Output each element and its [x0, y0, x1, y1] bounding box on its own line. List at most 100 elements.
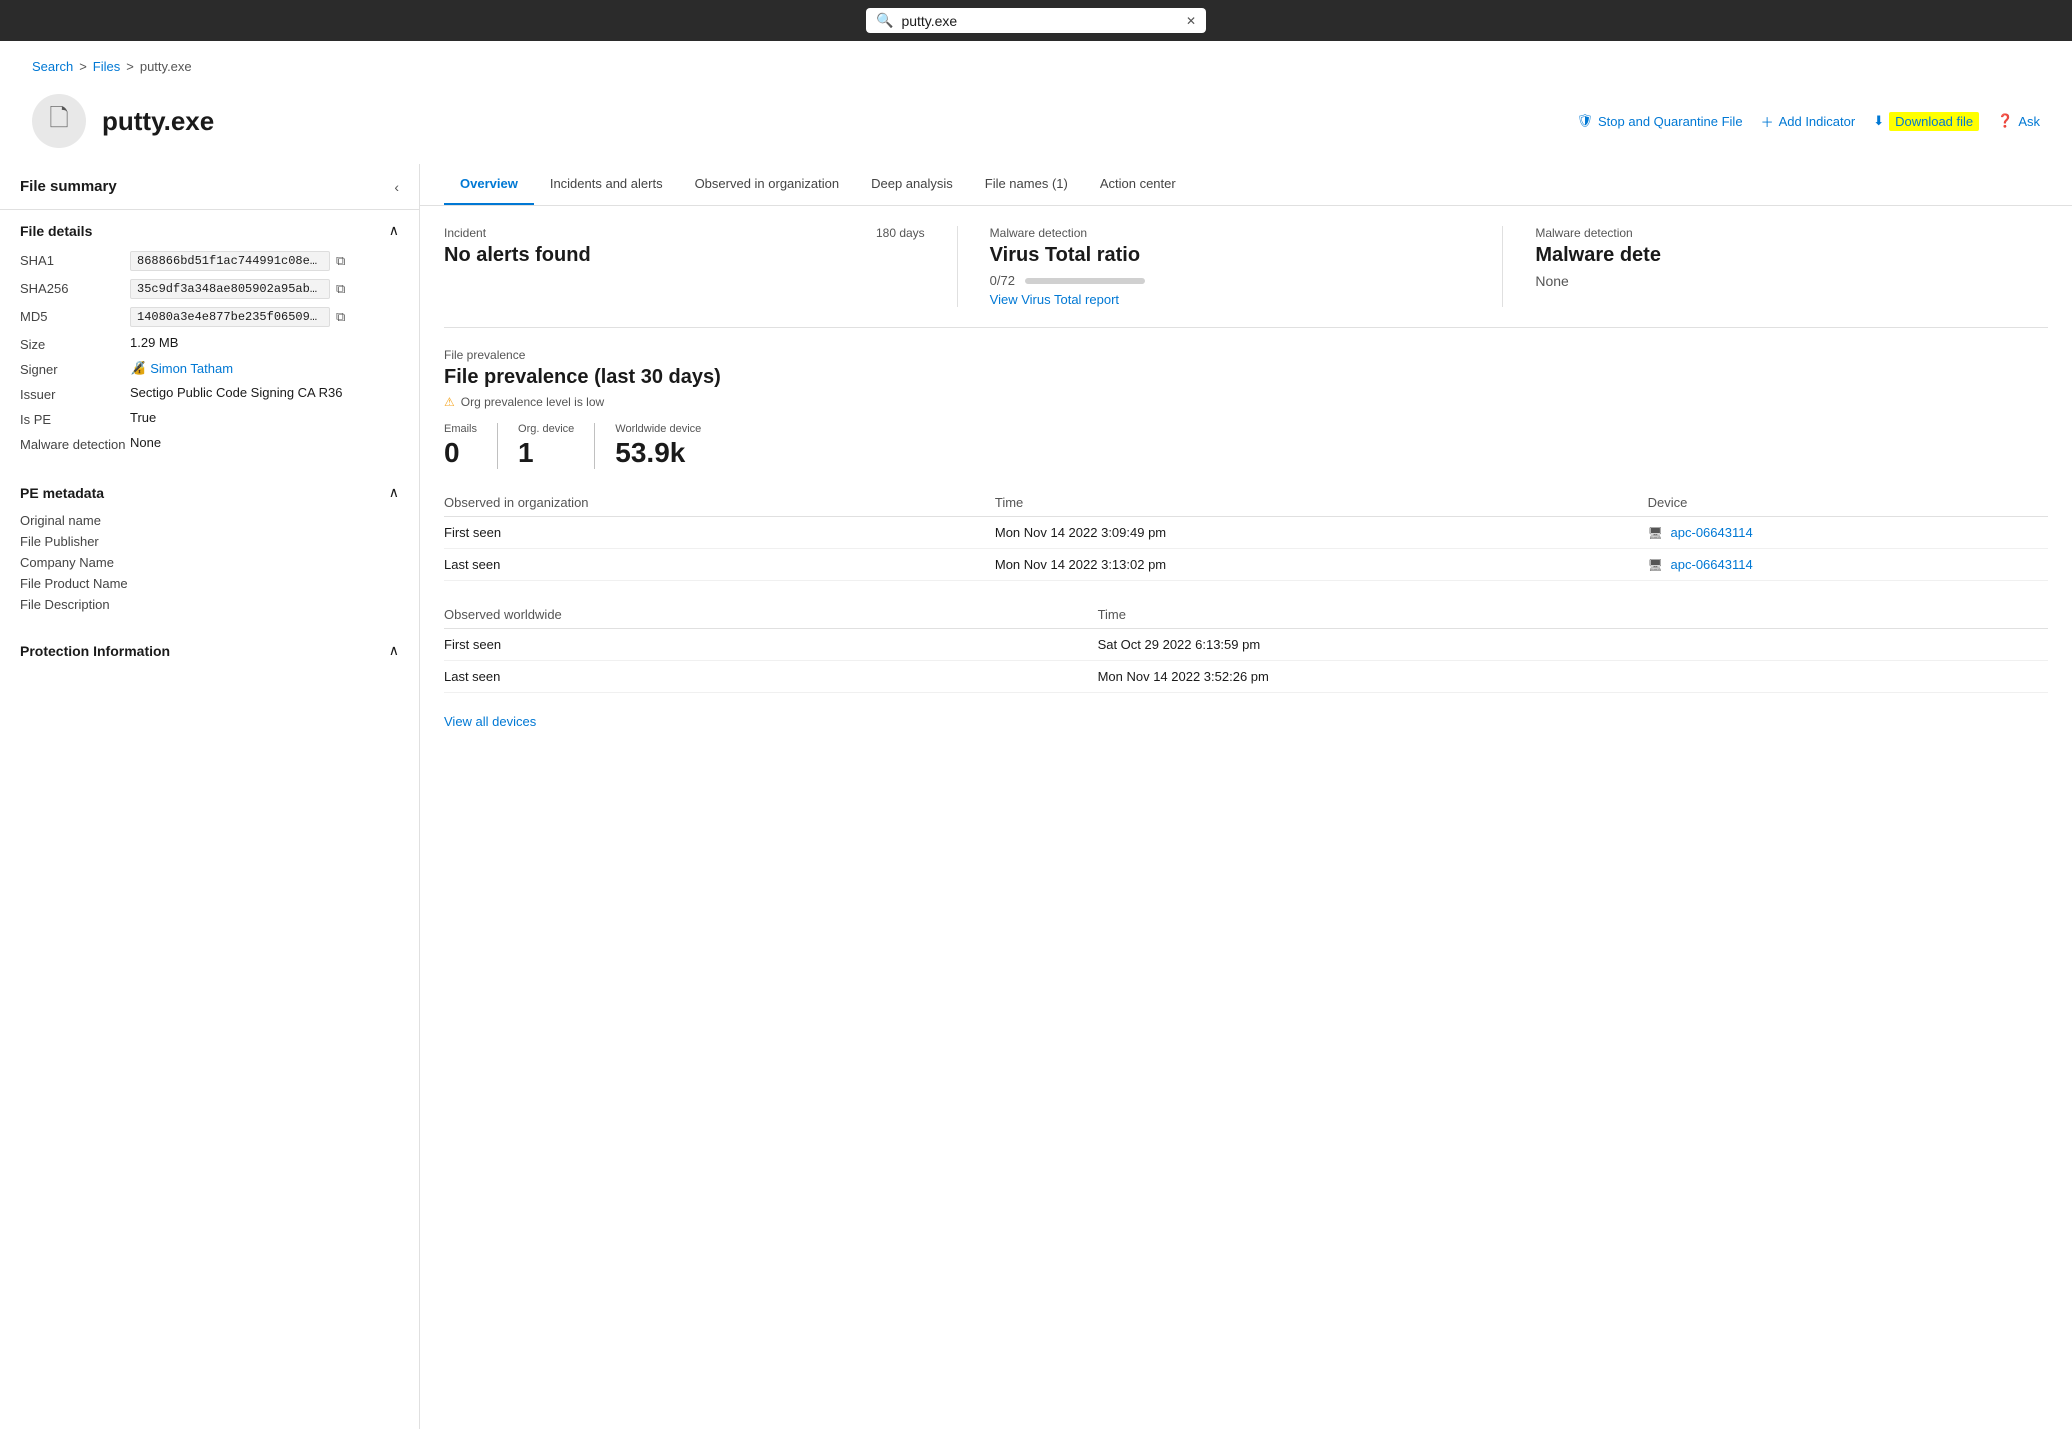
breadcrumb: Search > Files > putty.exe: [0, 41, 2072, 84]
protection-header[interactable]: Protection Information ∧: [0, 630, 419, 667]
pe-company-name: Company Name: [20, 555, 399, 570]
file-details-chevron: ∧: [389, 222, 399, 239]
file-details-header[interactable]: File details ∧: [0, 210, 419, 247]
table-row: Last seen Mon Nov 14 2022 3:52:26 pm: [444, 661, 2048, 693]
malware1-label-row: Malware detection: [990, 226, 1471, 240]
emails-value: 0: [444, 437, 477, 469]
pe-file-publisher: File Publisher: [20, 534, 399, 549]
table-row: First seen Sat Oct 29 2022 6:13:59 pm: [444, 629, 2048, 661]
main-panel: Overview Incidents and alerts Observed i…: [420, 164, 2072, 1429]
incident-title: No alerts found: [444, 244, 925, 267]
search-input[interactable]: putty.exe: [901, 13, 1178, 29]
vt-report-link[interactable]: View Virus Total report: [990, 292, 1471, 307]
ask-label: Ask: [2018, 114, 2040, 129]
file-doc-icon: 🗋: [49, 101, 68, 142]
pe-product-name: File Product Name: [20, 576, 399, 591]
ww-first-seen-label: First seen: [444, 629, 1098, 661]
ask-button[interactable]: ❓ Ask: [1997, 113, 2040, 129]
signer-row: Signer 🔏 Simon Tatham: [20, 360, 399, 377]
stop-quarantine-label: Stop and Quarantine File: [1598, 114, 1743, 129]
pe-metadata-chevron: ∧: [389, 484, 399, 501]
file-details-title: File details: [20, 223, 92, 239]
app-container: Search > Files > putty.exe 🗋 putty.exe 🛡…: [0, 41, 2072, 1429]
content-area: File summary ‹ File details ∧ SHA1 86886…: [0, 164, 2072, 1429]
tab-incidents[interactable]: Incidents and alerts: [534, 164, 679, 205]
signer-value: 🔏 Simon Tatham: [130, 360, 399, 376]
incident-label-row: Incident 180 days: [444, 226, 925, 240]
collapse-icon[interactable]: ‹: [394, 179, 399, 195]
sidebar-title: File summary: [20, 178, 117, 195]
breadcrumb-files[interactable]: Files: [93, 59, 120, 74]
signer-link[interactable]: 🔏 Simon Tatham: [130, 360, 233, 376]
obs-ww-col1: Observed worldwide: [444, 601, 1098, 629]
stop-quarantine-button[interactable]: 🛡 Stop and Quarantine File: [1577, 113, 1743, 129]
tabs-bar: Overview Incidents and alerts Observed i…: [420, 164, 2072, 206]
breadcrumb-sep2: >: [126, 59, 134, 74]
file-details-content: SHA1 868866bd51f1ac744991c08eda ⧉ SHA256…: [0, 247, 419, 472]
signer-name: Simon Tatham: [150, 361, 233, 376]
top-bar: 🔍 putty.exe ✕: [0, 0, 2072, 41]
tab-observed[interactable]: Observed in organization: [679, 164, 856, 205]
sha256-hash[interactable]: 35c9df3a348ae805902a95ab8a: [130, 279, 330, 299]
vt-bar: [1025, 278, 1145, 284]
malware1-label: Malware detection: [990, 226, 1087, 240]
md5-row: MD5 14080a3e4e877be235f06509b2 ⧉: [20, 307, 399, 327]
malware2-label-row: Malware detection: [1535, 226, 2016, 240]
sha256-copy-icon[interactable]: ⧉: [336, 281, 345, 297]
obs-first-seen-time: Mon Nov 14 2022 3:09:49 pm: [995, 517, 1648, 549]
sha256-value: 35c9df3a348ae805902a95ab8a ⧉: [130, 279, 399, 299]
obs-org-col3: Device: [1648, 489, 2048, 517]
add-indicator-button[interactable]: ＋ Add Indicator: [1761, 112, 1856, 131]
pe-original-name: Original name: [20, 513, 399, 528]
org-col: Org. device 1: [518, 423, 595, 469]
md5-hash[interactable]: 14080a3e4e877be235f06509b2: [130, 307, 330, 327]
file-header: 🗋 putty.exe 🛡 Stop and Quarantine File ＋…: [0, 84, 2072, 164]
tab-overview[interactable]: Overview: [444, 164, 534, 205]
obs-ww-col2: Time: [1098, 601, 2048, 629]
file-title: putty.exe: [102, 106, 1561, 137]
download-file-button[interactable]: ⬇ Download file: [1873, 112, 1979, 131]
worldwide-value: 53.9k: [615, 437, 701, 469]
incident-col: Incident 180 days No alerts found: [444, 226, 958, 307]
breadcrumb-search[interactable]: Search: [32, 59, 73, 74]
search-bar[interactable]: 🔍 putty.exe ✕: [866, 8, 1206, 33]
size-row: Size 1.29 MB: [20, 335, 399, 352]
size-label: Size: [20, 335, 130, 352]
tab-action-center[interactable]: Action center: [1084, 164, 1192, 205]
observed-org-table: Observed in organization Time Device Fir…: [444, 489, 2048, 581]
tab-deep-analysis[interactable]: Deep analysis: [855, 164, 969, 205]
vt-ratio-row: 0/72: [990, 273, 1471, 288]
add-indicator-label: Add Indicator: [1779, 114, 1856, 129]
clear-icon[interactable]: ✕: [1186, 14, 1196, 28]
table-row: Last seen Mon Nov 14 2022 3:13:02 pm 🖥 a…: [444, 549, 2048, 581]
tab-filenames[interactable]: File names (1): [969, 164, 1084, 205]
issuer-label: Issuer: [20, 385, 130, 402]
worldwide-label: Worldwide device: [615, 423, 701, 435]
malware-value: None: [130, 435, 399, 450]
download-file-label: Download file: [1889, 112, 1979, 131]
sha1-value: 868866bd51f1ac744991c08eda ⧉: [130, 251, 399, 271]
sha1-hash[interactable]: 868866bd51f1ac744991c08eda: [130, 251, 330, 271]
last-seen-device-link[interactable]: apc-06643114: [1671, 557, 1753, 572]
prevalence-stats: Emails 0 Org. device 1 Worldwide device …: [444, 423, 2048, 469]
sha1-label: SHA1: [20, 251, 130, 268]
main-content: Incident 180 days No alerts found Malwar…: [420, 206, 2072, 749]
sha1-copy-icon[interactable]: ⧉: [336, 253, 345, 269]
issuer-row: Issuer Sectigo Public Code Signing CA R3…: [20, 385, 399, 402]
shield-icon: 🛡: [1577, 113, 1594, 129]
obs-org-col1: Observed in organization: [444, 489, 995, 517]
sha1-row: SHA1 868866bd51f1ac744991c08eda ⧉: [20, 251, 399, 271]
md5-copy-icon[interactable]: ⧉: [336, 309, 345, 325]
warning-text: Org prevalence level is low: [461, 395, 604, 409]
obs-last-seen-time: Mon Nov 14 2022 3:13:02 pm: [995, 549, 1648, 581]
pe-metadata-header[interactable]: PE metadata ∧: [0, 472, 419, 509]
view-all-devices-link[interactable]: View all devices: [444, 714, 536, 729]
breadcrumb-sep1: >: [79, 59, 87, 74]
md5-value: 14080a3e4e877be235f06509b2 ⧉: [130, 307, 399, 327]
signer-icon: 🔏: [130, 360, 146, 376]
device-icon: 🖥: [1648, 558, 1663, 572]
first-seen-device-link[interactable]: apc-06643114: [1671, 525, 1753, 540]
virus-total-col: Malware detection Virus Total ratio 0/72…: [990, 226, 1504, 307]
worldwide-col: Worldwide device 53.9k: [615, 423, 721, 469]
question-icon: ❓: [1997, 113, 2013, 129]
